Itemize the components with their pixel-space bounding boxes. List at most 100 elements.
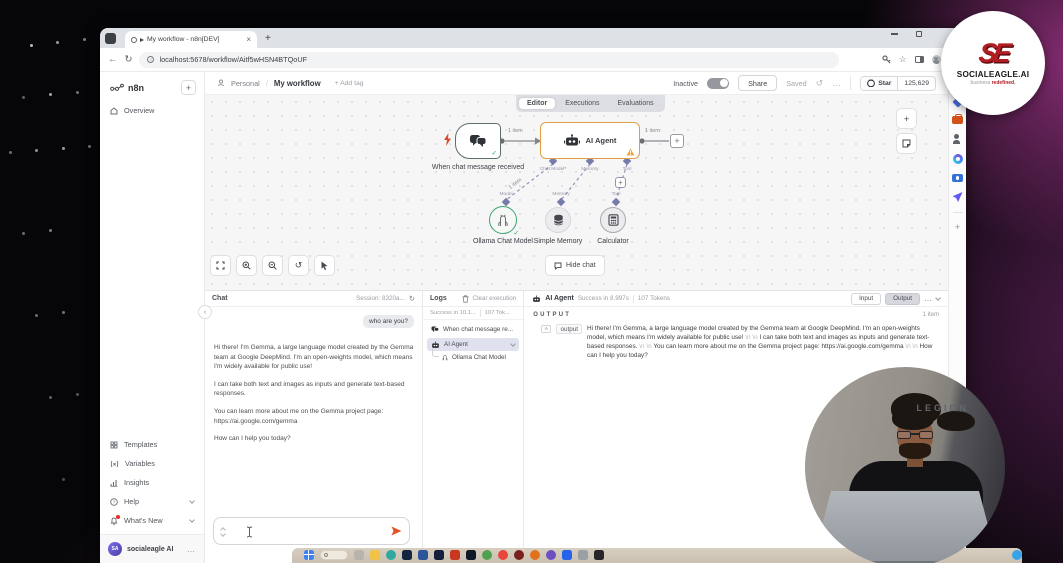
- browser-profile-avatar[interactable]: [932, 55, 941, 64]
- reload-button[interactable]: ↻: [125, 55, 133, 65]
- taskbar-start-button[interactable]: [304, 550, 314, 560]
- user-menu-icon[interactable]: …: [187, 545, 196, 554]
- sidebar-item-whats-new[interactable]: What's New: [100, 511, 204, 530]
- rail-loop-icon[interactable]: [953, 154, 963, 164]
- canvas-add-node-button[interactable]: +: [896, 108, 917, 129]
- view-tabs: Editor Executions Evaluations: [516, 95, 665, 112]
- add-sticky-note-button[interactable]: [896, 133, 917, 154]
- workflow-name[interactable]: My workflow: [274, 79, 321, 88]
- bookmark-star-icon[interactable]: ☆: [899, 55, 907, 64]
- rail-add-icon[interactable]: +: [955, 223, 960, 232]
- taskbar-icon[interactable]: [594, 550, 604, 560]
- add-tool-button[interactable]: +: [615, 177, 626, 188]
- node-simple-memory[interactable]: [545, 207, 571, 233]
- output-tab-button[interactable]: Output: [885, 293, 920, 305]
- input-tab-button[interactable]: Input: [851, 293, 881, 305]
- zoom-out-button[interactable]: [262, 255, 283, 276]
- workflow-header: Personal / My workflow + Add tag Inactiv…: [205, 72, 948, 95]
- person-beard: [899, 443, 931, 459]
- taskbar-icon[interactable]: [546, 550, 556, 560]
- taskbar-icon[interactable]: [386, 550, 396, 560]
- browser-tab[interactable]: My workflow - n8n[DEV] ×: [125, 31, 257, 48]
- send-icon[interactable]: [391, 526, 402, 536]
- node-ai-agent[interactable]: AI Agent: [540, 122, 640, 159]
- add-tag-button[interactable]: + Add tag: [335, 80, 364, 87]
- taskbar-icon[interactable]: [482, 550, 492, 560]
- window-maximize-button[interactable]: [916, 31, 922, 37]
- bot-paragraph: How can I help you today?: [214, 434, 416, 444]
- side-panel-icon[interactable]: [915, 56, 924, 63]
- taskbar-icon[interactable]: [370, 550, 380, 560]
- back-button[interactable]: ←: [108, 55, 118, 65]
- new-tab-button[interactable]: +: [265, 34, 271, 44]
- sidebar-user[interactable]: SA socialeagle AI …: [100, 534, 204, 563]
- undo-button[interactable]: ↺: [288, 255, 309, 276]
- rail-send-icon[interactable]: [953, 192, 963, 202]
- site-info-icon[interactable]: i: [147, 56, 154, 63]
- github-icon: [867, 79, 875, 87]
- taskbar-icon[interactable]: [466, 550, 476, 560]
- collapse-chat-handle[interactable]: ‹: [198, 305, 212, 319]
- taskbar-icon[interactable]: [514, 550, 524, 560]
- sidebar-item-help[interactable]: ? Help: [100, 492, 204, 511]
- project-icon: [217, 79, 225, 87]
- node-ollama-chat-model[interactable]: ✓: [489, 206, 517, 234]
- rail-toolbox-icon[interactable]: [952, 116, 963, 124]
- hide-chat-button[interactable]: Hide chat: [545, 255, 605, 276]
- bell-icon: [110, 517, 118, 525]
- github-star-widget[interactable]: Star 125,629: [860, 76, 936, 91]
- port-chat-model-label: Chat Model*: [533, 167, 573, 172]
- pointer-tool-button[interactable]: [314, 255, 335, 276]
- taskbar-icon[interactable]: [354, 550, 364, 560]
- taskbar-search[interactable]: [320, 550, 348, 560]
- taskbar-icon[interactable]: [402, 550, 412, 560]
- workflow-canvas[interactable]: Editor Executions Evaluations: [205, 95, 948, 290]
- taskbar-icon[interactable]: [434, 550, 444, 560]
- history-icon[interactable]: ↺: [816, 79, 824, 88]
- url-text: localhost:5678/workflow/Aitf5wHSN4BTQoUF: [159, 55, 307, 64]
- tab-search-icon[interactable]: [105, 33, 116, 44]
- rail-camera-icon[interactable]: [952, 174, 963, 182]
- node-calculator[interactable]: [600, 207, 626, 233]
- taskbar-icon[interactable]: [578, 550, 588, 560]
- node-when-chat-message-received[interactable]: ✓: [455, 123, 501, 159]
- active-toggle[interactable]: [707, 78, 729, 89]
- logs-item-ai-agent[interactable]: AI Agent: [427, 338, 519, 351]
- taskbar-icon[interactable]: [562, 550, 572, 560]
- sidebar-add-button[interactable]: +: [181, 80, 196, 95]
- sidebar-item-variables[interactable]: Variables: [100, 454, 204, 473]
- taskbar-icon[interactable]: [498, 550, 508, 560]
- ibeam-cursor-icon: [246, 526, 253, 538]
- sidebar-item-insights[interactable]: Insights: [100, 473, 204, 492]
- reset-session-icon[interactable]: ↻: [409, 295, 415, 303]
- address-bar[interactable]: i localhost:5678/workflow/Aitf5wHSN4BTQo…: [139, 52, 839, 68]
- tab-evaluations[interactable]: Evaluations: [609, 98, 661, 109]
- taskbar-icon[interactable]: [1012, 550, 1022, 560]
- field-name: output: [556, 324, 582, 334]
- taskbar-icon[interactable]: [530, 550, 540, 560]
- sidebar-item-templates[interactable]: Templates: [100, 435, 204, 454]
- sidebar-item-overview[interactable]: Overview: [100, 101, 204, 120]
- breadcrumb-project[interactable]: Personal: [231, 79, 260, 88]
- fit-view-button[interactable]: [210, 255, 231, 276]
- logs-item-ollama[interactable]: Ollama Chat Model: [442, 351, 523, 363]
- taskbar-icon[interactable]: [418, 550, 428, 560]
- output-menu-icon[interactable]: …: [924, 295, 932, 303]
- chat-input-box[interactable]: [213, 517, 410, 545]
- add-node-button[interactable]: +: [670, 134, 684, 148]
- taskbar-icon[interactable]: [450, 550, 460, 560]
- workflow-menu-icon[interactable]: …: [832, 79, 841, 88]
- laptop-brand-text: LEGION: [916, 403, 969, 413]
- rail-profile-writer-icon[interactable]: [953, 134, 963, 144]
- zoom-in-button[interactable]: [236, 255, 257, 276]
- key-icon[interactable]: [882, 55, 891, 64]
- tab-executions[interactable]: Executions: [557, 98, 607, 109]
- input-stepper-icon[interactable]: [221, 526, 225, 536]
- tab-editor[interactable]: Editor: [519, 98, 555, 109]
- chevron-down-icon[interactable]: [935, 295, 941, 301]
- clear-execution-button[interactable]: Clear execution: [473, 295, 517, 302]
- share-button[interactable]: Share: [738, 75, 777, 91]
- window-minimize-button[interactable]: [891, 33, 898, 34]
- logs-item-trigger[interactable]: When chat message re...: [427, 323, 519, 335]
- tab-close-icon[interactable]: ×: [246, 36, 251, 44]
